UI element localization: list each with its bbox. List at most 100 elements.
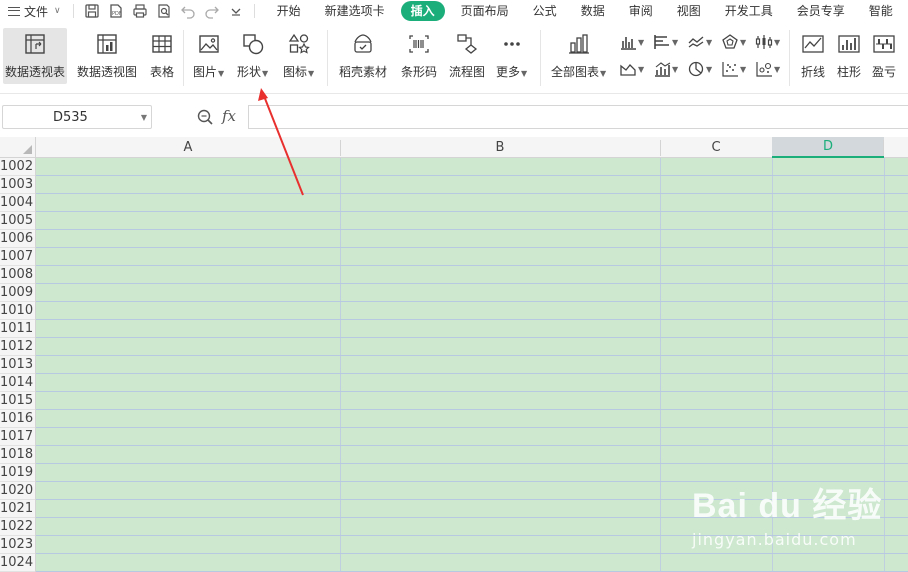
divider	[883, 140, 884, 156]
row-header[interactable]: 1017	[0, 428, 35, 446]
row-header[interactable]: 1014	[0, 374, 35, 392]
row-header[interactable]: 1019	[0, 464, 35, 482]
customize-toolbar-icon[interactable]	[224, 0, 248, 22]
caret-down-icon: ▼	[740, 64, 747, 74]
ribbon: 数据透视表 数据透视图 表格 图片▼ 形状▼ 图标▼ 稻壳素材 条形码 流程图 …	[0, 22, 908, 94]
file-menu-label: 文件	[24, 4, 49, 19]
column-chart-dropdown[interactable]: ▼	[619, 34, 644, 50]
row-header[interactable]: 1012	[0, 338, 35, 356]
row-header[interactable]: 1021	[0, 500, 35, 518]
tab-data[interactable]: 数据	[569, 0, 617, 22]
more-icon	[498, 30, 526, 58]
material-button[interactable]: 稻壳素材	[339, 30, 387, 80]
row-header[interactable]: 1009	[0, 284, 35, 302]
bubble-chart-dropdown[interactable]: ▼	[755, 61, 780, 77]
print-icon[interactable]	[128, 0, 152, 22]
undo-icon[interactable]	[176, 0, 200, 22]
row-header[interactable]: 1015	[0, 392, 35, 410]
caret-down-icon: ▼	[774, 37, 781, 47]
tab-smart[interactable]: 智能	[857, 0, 905, 22]
all-charts-button[interactable]: 全部图表▼	[551, 30, 606, 80]
scatter-chart-icon	[722, 62, 738, 77]
picture-label: 图片▼	[193, 63, 224, 80]
row-gridline	[36, 193, 908, 194]
scatter-chart-dropdown[interactable]: ▼	[721, 61, 746, 77]
formula-input[interactable]	[248, 105, 908, 129]
row-headers: 1002 1003 1004 1005 1006 1007 1008 1009 …	[0, 158, 36, 572]
shape-button[interactable]: 形状▼	[237, 30, 268, 80]
row-header[interactable]: 1023	[0, 536, 35, 554]
row-header[interactable]: 1006	[0, 230, 35, 248]
row-header[interactable]: 1002	[0, 158, 35, 176]
radar-chart-dropdown[interactable]: ▼	[721, 34, 746, 50]
sparkline-line-button[interactable]: 折线	[799, 30, 827, 80]
row-header[interactable]: 1004	[0, 194, 35, 212]
pie-chart-dropdown[interactable]: ▼	[687, 61, 712, 77]
barcode-button[interactable]: 条形码	[401, 30, 437, 80]
function-icon[interactable]: fx	[222, 107, 236, 125]
sparkline-winloss-button[interactable]: 盈亏	[870, 30, 898, 80]
row-header[interactable]: 1016	[0, 410, 35, 428]
row-header[interactable]: 1020	[0, 482, 35, 500]
tab-home[interactable]: 开始	[265, 0, 313, 22]
tab-insert[interactable]: 插入	[400, 1, 445, 21]
row-header[interactable]: 1011	[0, 320, 35, 338]
tab-review[interactable]: 审阅	[617, 0, 665, 22]
sparkline-column-button[interactable]: 柱形	[835, 30, 863, 80]
select-all-corner[interactable]	[0, 137, 36, 158]
column-gridline	[660, 158, 661, 572]
column-header-next[interactable]	[884, 137, 908, 158]
tab-view[interactable]: 视图	[665, 0, 713, 22]
print-preview-icon[interactable]	[152, 0, 176, 22]
zoom-icon[interactable]	[196, 108, 214, 126]
quick-access-toolbar: PDF	[67, 0, 261, 22]
row-gridline	[36, 247, 908, 248]
tab-member[interactable]: 会员专享	[785, 0, 857, 22]
combo-chart-dropdown[interactable]: ▼	[653, 61, 678, 77]
row-header[interactable]: 1010	[0, 302, 35, 320]
picture-button[interactable]: 图片▼	[193, 30, 224, 80]
row-header[interactable]: 1013	[0, 356, 35, 374]
stock-chart-dropdown[interactable]: ▼	[755, 34, 780, 50]
column-header-c[interactable]: C	[660, 137, 772, 158]
area-chart-dropdown[interactable]: ▼	[619, 61, 644, 77]
column-header-b[interactable]: B	[340, 137, 660, 158]
redo-icon[interactable]	[200, 0, 224, 22]
table-label: 表格	[149, 65, 174, 79]
all-charts-icon	[565, 30, 593, 58]
row-header[interactable]: 1018	[0, 446, 35, 464]
file-menu[interactable]: 文件 ∨	[0, 0, 67, 22]
tab-new-tab[interactable]: 新建选项卡	[313, 0, 397, 22]
icon-library-button[interactable]: 图标▼	[283, 30, 314, 80]
row-header[interactable]: 1003	[0, 176, 35, 194]
name-box[interactable]: D535 ▼	[2, 105, 152, 129]
caret-down-icon[interactable]: ▼	[141, 113, 147, 122]
pivot-table-label: 数据透视表	[5, 65, 66, 79]
bar-chart-dropdown[interactable]: ▼	[653, 34, 678, 50]
flowchart-button[interactable]: 流程图	[449, 30, 485, 80]
table-button[interactable]: 表格	[148, 30, 176, 80]
more-button[interactable]: 更多▼	[496, 30, 527, 80]
row-header[interactable]: 1022	[0, 518, 35, 536]
icon-library-icon	[285, 30, 313, 58]
stock-chart-icon	[755, 35, 773, 49]
save-icon[interactable]	[80, 0, 104, 22]
column-header-a[interactable]: A	[36, 137, 340, 158]
row-header[interactable]: 1005	[0, 212, 35, 230]
line-chart-dropdown[interactable]: ▼	[687, 34, 712, 50]
export-pdf-icon[interactable]: PDF	[104, 0, 128, 22]
caret-down-icon: ▼	[521, 69, 528, 78]
sparkline-line-icon	[799, 30, 827, 58]
bubble-chart-icon	[756, 62, 772, 77]
row-header[interactable]: 1024	[0, 554, 35, 572]
row-header[interactable]: 1007	[0, 248, 35, 266]
column-header-d[interactable]: D	[772, 137, 884, 158]
row-header[interactable]: 1008	[0, 266, 35, 284]
pivot-chart-button[interactable]: 数据透视图	[77, 30, 137, 80]
line-chart-icon	[688, 36, 704, 48]
tab-formulas[interactable]: 公式	[521, 0, 569, 22]
tab-page-layout[interactable]: 页面布局	[449, 0, 521, 22]
material-icon	[349, 30, 377, 58]
pivot-table-button[interactable]: 数据透视表	[3, 28, 68, 84]
tab-developer[interactable]: 开发工具	[713, 0, 785, 22]
